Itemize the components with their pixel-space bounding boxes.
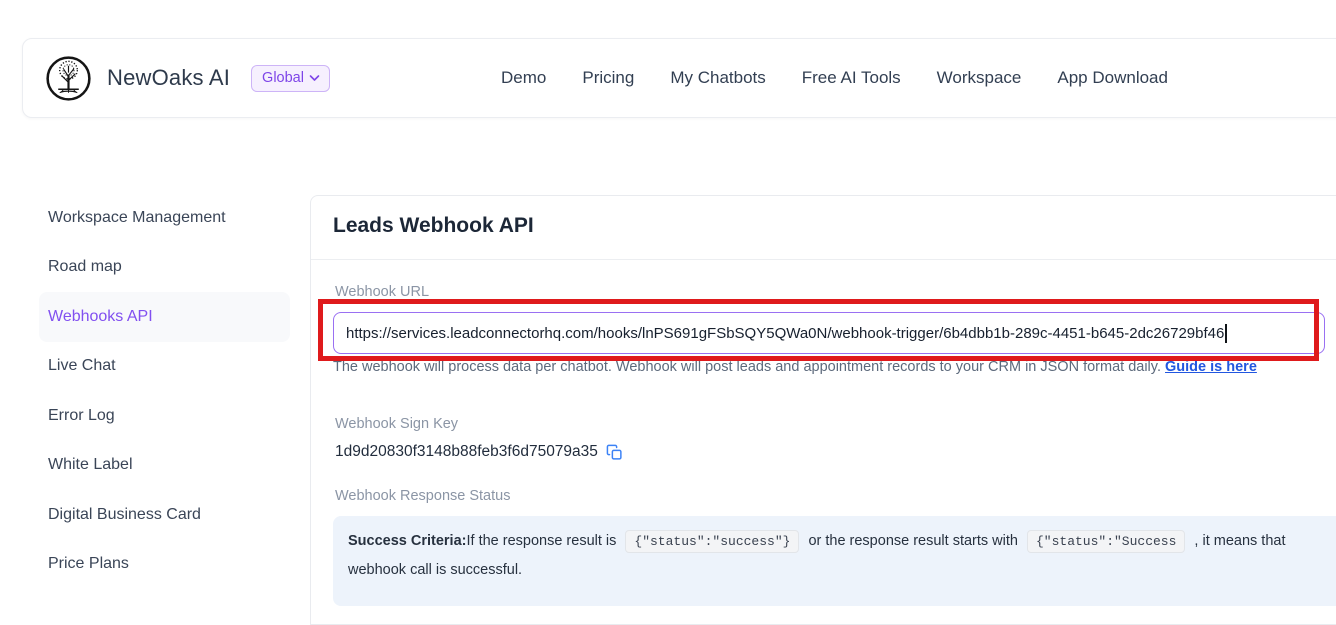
region-selector[interactable]: Global (251, 65, 330, 92)
response-status-label: Webhook Response Status (335, 488, 510, 504)
sidebar-item-workspace-management[interactable]: Workspace Management (39, 193, 290, 243)
newoaks-logo-icon (45, 55, 92, 102)
sidebar: Workspace Management Road map Webhooks A… (39, 193, 290, 589)
sign-key-label: Webhook Sign Key (335, 416, 458, 432)
webhook-url-value: https://services.leadconnectorhq.com/hoo… (346, 325, 1224, 342)
code-chip-success: {"status":"success"} (625, 530, 799, 553)
code-chip-success-prefix: {"status":"Success (1027, 530, 1185, 553)
content-card: Leads Webhook API Webhook URL https://se… (310, 195, 1336, 625)
nav-item-demo[interactable]: Demo (501, 68, 546, 88)
success-criteria-line1: Success Criteria: If the response result… (348, 528, 1330, 554)
sign-key-row: 1d9d20830f3148b88feb3f6d75079a35 (335, 443, 623, 461)
sidebar-item-webhooks-api[interactable]: Webhooks API (39, 292, 290, 342)
sidebar-item-digital-business-card[interactable]: Digital Business Card (39, 490, 290, 540)
nav-item-free-ai-tools[interactable]: Free AI Tools (802, 68, 901, 88)
webhook-url-input[interactable]: https://services.leadconnectorhq.com/hoo… (333, 312, 1325, 354)
text-cursor (1225, 324, 1227, 343)
sign-key-value: 1d9d20830f3148b88feb3f6d75079a35 (335, 443, 598, 461)
criteria-text-2: or the response result starts with (808, 533, 1018, 549)
page-title: Leads Webhook API (333, 214, 534, 238)
sidebar-item-road-map[interactable]: Road map (39, 243, 290, 293)
region-selector-label: Global (262, 70, 304, 86)
success-criteria-bold: Success Criteria: (348, 533, 466, 549)
sidebar-item-error-log[interactable]: Error Log (39, 391, 290, 441)
webhook-helper-sentence: The webhook will process data per chatbo… (333, 359, 1165, 375)
sidebar-item-price-plans[interactable]: Price Plans (39, 540, 290, 590)
success-criteria-box: Success Criteria: If the response result… (333, 516, 1336, 606)
webhook-url-label: Webhook URL (335, 284, 429, 300)
top-navbar: NewOaks AI Global Demo Pricing My Chatbo… (22, 38, 1336, 118)
sidebar-item-live-chat[interactable]: Live Chat (39, 342, 290, 392)
criteria-text-3: , it means that (1194, 533, 1285, 549)
nav-item-pricing[interactable]: Pricing (582, 68, 634, 88)
criteria-text-1: If the response result is (466, 533, 616, 549)
sidebar-item-white-label[interactable]: White Label (39, 441, 290, 491)
brand-home-link[interactable]: NewOaks AI (45, 55, 230, 102)
brand-name: NewOaks AI (107, 65, 230, 91)
nav-item-app-download[interactable]: App Download (1057, 68, 1168, 88)
title-divider (311, 259, 1336, 260)
main-nav: Demo Pricing My Chatbots Free AI Tools W… (501, 39, 1168, 117)
success-criteria-line2: webhook call is successful. (348, 562, 1330, 578)
nav-item-workspace[interactable]: Workspace (937, 68, 1022, 88)
nav-item-my-chatbots[interactable]: My Chatbots (670, 68, 765, 88)
chevron-down-icon (309, 70, 320, 86)
webhook-helper-text: The webhook will process data per chatbo… (333, 359, 1257, 375)
guide-link[interactable]: Guide is here (1165, 359, 1257, 375)
copy-icon[interactable] (606, 444, 623, 461)
